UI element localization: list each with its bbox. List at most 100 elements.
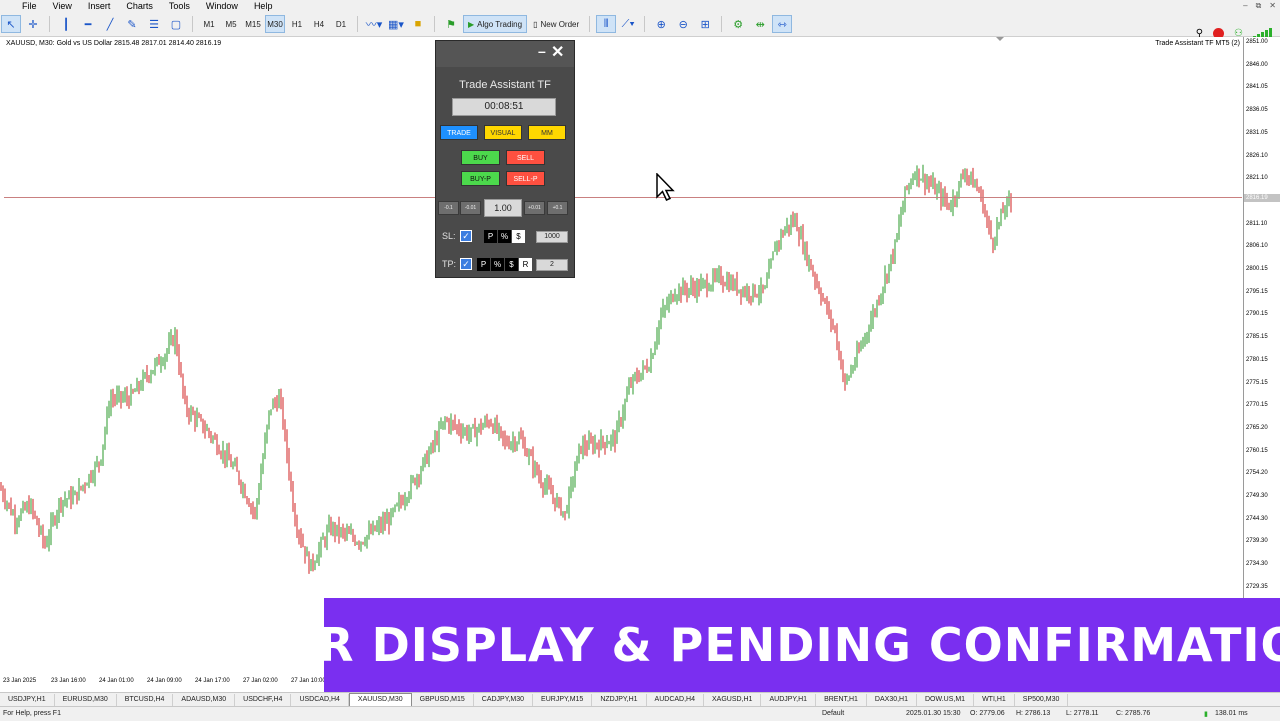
- connection-bars-icon: ▮: [1204, 711, 1208, 718]
- symbol-tab[interactable]: USDCHF,H4: [235, 693, 292, 706]
- vertical-line-icon[interactable]: ┃: [56, 15, 76, 33]
- trendline-icon[interactable]: ╱: [100, 15, 120, 33]
- tab-mm[interactable]: MM: [528, 125, 566, 140]
- algo-trading-button[interactable]: ▶ Algo Trading: [463, 15, 528, 33]
- minimize-icon[interactable]: –: [1243, 0, 1247, 11]
- symbol-tab[interactable]: USDJPY,H1: [0, 693, 55, 706]
- tp-mode-dollar-button[interactable]: $: [505, 258, 518, 271]
- lot-minus-big-button[interactable]: -0.1: [438, 201, 459, 215]
- templates-icon[interactable]: ▦▾: [386, 15, 406, 33]
- lot-plus-big-button[interactable]: +0.1: [547, 201, 568, 215]
- tp-mode-rr-button[interactable]: R: [519, 258, 532, 271]
- chart-shift-icon[interactable]: ⇹: [750, 15, 770, 33]
- depth-of-market-icon[interactable]: ⫴: [596, 15, 617, 33]
- tp-mode-points-button[interactable]: P: [477, 258, 490, 271]
- price-axis[interactable]: 2816.19 2851.00 2846.00 2841.05 2836.05 2831…: [1243, 37, 1280, 599]
- price-tick: 2790.15: [1246, 311, 1268, 318]
- menu-charts[interactable]: Charts: [118, 0, 161, 12]
- restore-icon[interactable]: ⧉: [1256, 0, 1262, 11]
- chart-area[interactable]: XAUUSD, M30: Gold vs US Dollar 2815.48 2…: [0, 37, 1280, 692]
- symbol-tab[interactable]: SP500,M30: [1015, 693, 1069, 706]
- symbol-tab[interactable]: DAX30,H1: [867, 693, 917, 706]
- sell-pending-button[interactable]: SELL-P: [506, 171, 545, 186]
- crosshair-icon[interactable]: ✛: [23, 15, 43, 33]
- tab-visual[interactable]: VISUAL: [484, 125, 522, 140]
- symbol-tab[interactable]: XAGUSD,H1: [704, 693, 762, 706]
- tp-mode-percent-button[interactable]: %: [491, 258, 504, 271]
- symbol-tab[interactable]: WTI,H1: [974, 693, 1015, 706]
- status-bar: For Help, press F1 Default 2025.01.30 15…: [0, 706, 1280, 721]
- menu-bar: File View Insert Charts Tools Window Hel…: [0, 0, 1280, 12]
- menu-help[interactable]: Help: [246, 0, 281, 12]
- sl-mode-percent-button[interactable]: %: [498, 230, 511, 243]
- symbol-tab[interactable]: BTCUSD,H4: [117, 693, 174, 706]
- timeframe-m5-button[interactable]: M5: [221, 15, 241, 33]
- shapes-icon[interactable]: ▢: [166, 15, 186, 33]
- cursor-tool-icon[interactable]: ↖: [1, 15, 21, 33]
- channel-icon[interactable]: ☰: [144, 15, 164, 33]
- zoom-in-icon[interactable]: ⊕: [651, 15, 671, 33]
- trade-assistant-panel: – ✕ Trade Assistant TF 00:08:51 TRADE VI…: [435, 40, 575, 278]
- symbol-tab[interactable]: EURUSD,M30: [55, 693, 117, 706]
- auto-scroll-icon[interactable]: ⚙: [728, 15, 748, 33]
- chart-type-icon[interactable]: 〰▾: [364, 15, 384, 33]
- buy-button[interactable]: BUY: [461, 150, 500, 165]
- symbol-tab[interactable]: BRENT,H1: [816, 693, 867, 706]
- folder-icon[interactable]: ■: [408, 15, 428, 33]
- sl-value-input[interactable]: 1000: [536, 231, 568, 243]
- timeframe-m1-button[interactable]: M1: [199, 15, 219, 33]
- sl-mode-dollar-button[interactable]: $: [512, 230, 525, 243]
- timeframe-h1-button[interactable]: H1: [287, 15, 307, 33]
- period-separator-icon[interactable]: ⇿: [772, 15, 793, 33]
- sell-button[interactable]: SELL: [506, 150, 545, 165]
- symbol-tab[interactable]: AUDJPY,H1: [761, 693, 817, 706]
- price-tick: 2795.15: [1246, 288, 1268, 295]
- timeframe-h4-button[interactable]: H4: [309, 15, 329, 33]
- zoom-out-icon[interactable]: ⊖: [673, 15, 693, 33]
- symbol-tab[interactable]: ADAUSD,M30: [173, 693, 236, 706]
- timeframe-m15-button[interactable]: M15: [243, 15, 263, 33]
- symbol-tab[interactable]: AUDCAD,H4: [647, 693, 704, 706]
- menu-window[interactable]: Window: [198, 0, 246, 12]
- symbol-tab[interactable]: EURJPY,M15: [533, 693, 593, 706]
- menu-view[interactable]: View: [45, 0, 80, 12]
- menu-file[interactable]: File: [0, 0, 45, 12]
- tp-value-input[interactable]: 2: [536, 259, 568, 271]
- symbol-tab[interactable]: USDCAD,H4: [291, 693, 349, 706]
- timeframe-d1-button[interactable]: D1: [331, 15, 351, 33]
- algo-flag-icon[interactable]: ⚑: [441, 15, 461, 33]
- horizontal-line-icon[interactable]: ━: [78, 15, 98, 33]
- symbol-tab[interactable]: GBPUSD,M15: [412, 693, 474, 706]
- symbol-tab[interactable]: CADJPY,M30: [474, 693, 534, 706]
- menu-tools[interactable]: Tools: [161, 0, 198, 12]
- menu-insert[interactable]: Insert: [80, 0, 119, 12]
- close-icon[interactable]: ✕: [1269, 0, 1276, 11]
- lot-plus-small-button[interactable]: +0.01: [524, 201, 545, 215]
- price-tick: 2749.30: [1246, 493, 1268, 499]
- panel-minimize-icon[interactable]: –: [538, 43, 546, 59]
- price-tick: 2775.15: [1246, 379, 1268, 386]
- grid-icon[interactable]: ⊞: [695, 15, 715, 33]
- sl-mode-points-button[interactable]: P: [484, 230, 497, 243]
- pencil-icon[interactable]: ✎: [122, 15, 142, 33]
- sl-checkbox[interactable]: ✓: [460, 230, 472, 242]
- symbol-tab[interactable]: DOW.US,M1: [917, 693, 975, 706]
- lot-size-input[interactable]: 1.00: [484, 199, 522, 217]
- profile-name[interactable]: Default: [822, 710, 844, 717]
- time-tick: 27 Jan 02:00: [243, 678, 278, 684]
- timeframe-m30-button[interactable]: M30: [265, 15, 285, 33]
- indicators-icon[interactable]: ⟋▾: [618, 15, 638, 33]
- toolbar-separator: [192, 16, 193, 32]
- tp-checkbox[interactable]: ✓: [460, 258, 472, 270]
- symbol-tab[interactable]: XAUUSD,M30: [348, 692, 412, 707]
- symbol-tab[interactable]: NZDJPY,H1: [592, 693, 647, 706]
- new-order-button[interactable]: ▯ New Order: [529, 15, 583, 33]
- tab-trade[interactable]: TRADE: [440, 125, 478, 140]
- price-tick: 2800.15: [1246, 266, 1268, 272]
- time-tick: 24 Jan 17:00: [195, 678, 230, 684]
- price-tick: 2846.00: [1246, 61, 1268, 68]
- lot-minus-small-button[interactable]: -0.01: [460, 201, 481, 215]
- tp-label: TP:: [442, 259, 457, 269]
- buy-pending-button[interactable]: BUY-P: [461, 171, 500, 186]
- panel-close-icon[interactable]: ✕: [551, 42, 564, 62]
